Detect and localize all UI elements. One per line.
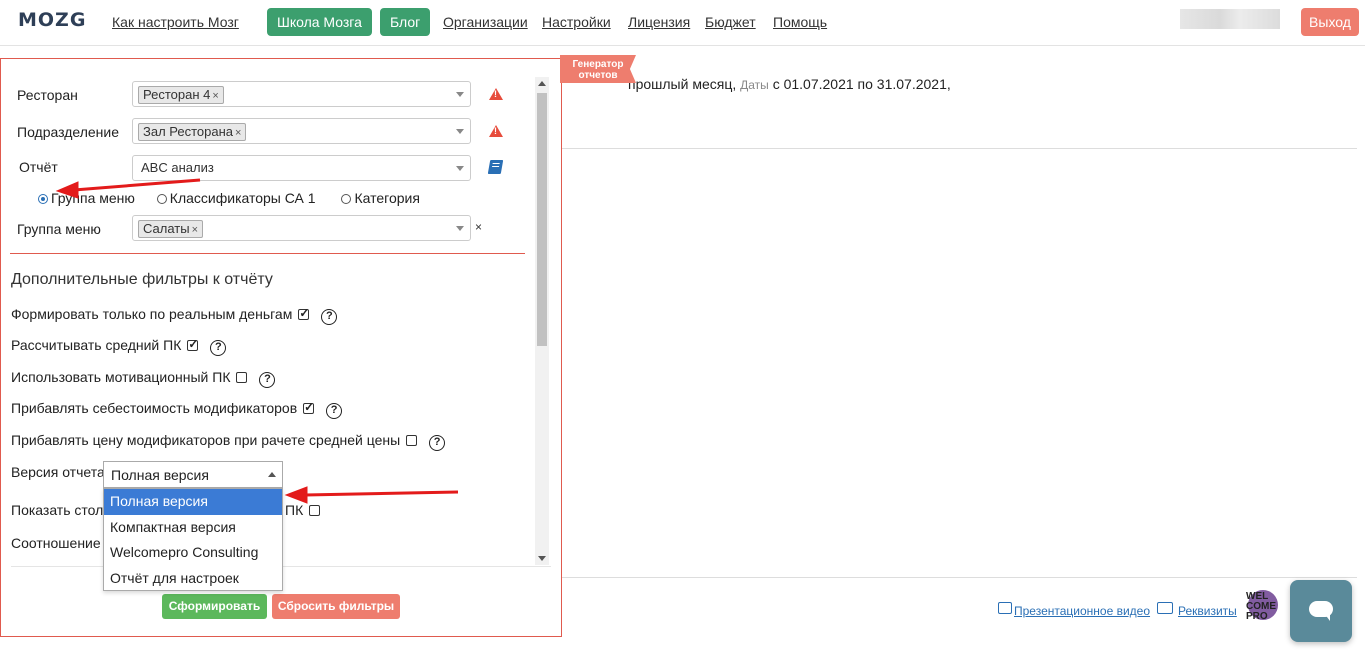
filter-real-money: Формировать только по реальным деньгам? [11, 306, 338, 325]
nav-organizations[interactable]: Организации [443, 14, 528, 30]
section-divider [10, 253, 525, 254]
division-select[interactable]: Зал Ресторана × [132, 118, 471, 144]
restaurant-select[interactable]: Ресторан 4 × [132, 81, 471, 107]
report-select[interactable]: ABC анализ [132, 155, 471, 181]
user-name-blurred [1180, 9, 1280, 29]
version-select-value: Полная версия [111, 467, 209, 483]
filter-motivational-check: Использовать мотивационный ПК? [11, 369, 276, 388]
divider [562, 577, 1357, 578]
nav-blog-button[interactable]: Блог [380, 8, 431, 36]
nav-school-button[interactable]: Школа Мозга [267, 8, 372, 36]
menu-group-tag: Салаты × [138, 220, 204, 238]
summary-period: прошлый месяц, [628, 76, 737, 92]
welcomepro-logo[interactable]: WEL COME PRO [1246, 590, 1282, 632]
reset-filters-button[interactable]: Сбросить фильтры [272, 594, 400, 619]
report-generator-tag: Генератор отчетов [560, 55, 636, 83]
footer-requisites-link[interactable]: Реквизиты [1178, 604, 1237, 618]
divider [562, 148, 1357, 149]
chevron-down-icon [456, 129, 464, 134]
scroll-down-icon[interactable] [538, 556, 546, 561]
clear-icon[interactable]: × [475, 220, 482, 234]
division-tag: Зал Ресторана × [138, 123, 247, 141]
show-columns-label-end: ПК [285, 502, 321, 518]
warning-icon [489, 125, 503, 137]
filter-avg-check: Рассчитывать средний ПК? [11, 337, 227, 356]
version-option-full[interactable]: Полная версия [104, 489, 282, 515]
youtube-icon [998, 602, 1012, 614]
logout-button[interactable]: Выход [1301, 8, 1359, 36]
show-columns-label: Показать стол [11, 502, 104, 518]
chevron-down-icon [456, 92, 464, 97]
filter-modifier-cost: Прибавлять себестоимость модификаторов? [11, 400, 343, 419]
nav-help[interactable]: Помощь [773, 14, 827, 30]
chat-widget-button[interactable] [1290, 580, 1352, 642]
remove-tag-icon[interactable]: × [212, 90, 218, 102]
summary-dates: с 01.07.2021 по 31.07.2021, [772, 76, 951, 92]
chevron-down-icon [456, 166, 464, 171]
version-option-welcomepro[interactable]: Welcomepro Consulting [104, 540, 282, 566]
checkbox[interactable] [236, 372, 248, 383]
chevron-up-icon [268, 472, 276, 477]
report-label: Отчёт [19, 159, 58, 175]
version-option-settings[interactable]: Отчёт для настроек [104, 566, 282, 592]
help-icon[interactable]: ? [429, 435, 446, 451]
report-select-value: ABC анализ [141, 160, 214, 175]
restaurant-tag: Ресторан 4 × [138, 86, 224, 104]
remove-tag-icon[interactable]: × [235, 127, 241, 139]
wp-logo-line: PRO [1246, 611, 1268, 622]
top-navbar: MOZG Как настроить Мозг Школа Мозга Блог… [0, 0, 1365, 46]
menu-group-label: Группа меню [17, 221, 101, 237]
checkbox[interactable] [309, 505, 321, 516]
remove-tag-icon[interactable]: × [192, 224, 198, 236]
nav-how-to[interactable]: Как настроить Мозг [112, 14, 239, 30]
checkbox[interactable] [187, 337, 198, 351]
checkbox[interactable] [406, 435, 418, 446]
scroll-up-icon[interactable] [538, 81, 546, 86]
generate-button[interactable]: Сформировать [162, 594, 267, 619]
filter-modifier-price: Прибавлять цену модификаторов при рачете… [11, 432, 446, 451]
restaurant-label: Ресторан [17, 87, 78, 103]
version-label: Версия отчета [11, 464, 105, 480]
menu-group-select[interactable]: Салаты × [132, 215, 471, 241]
radio-classifiers[interactable]: Классификаторы СА 1 [156, 190, 316, 206]
ratio-label: Соотношение [11, 535, 101, 551]
scroll-thumb[interactable] [537, 93, 547, 346]
id-card-icon [1157, 602, 1173, 614]
book-icon[interactable] [487, 160, 504, 174]
version-dropdown: Полная версия Компактная версия Welcomep… [103, 488, 283, 591]
help-icon[interactable]: ? [321, 309, 338, 325]
footer-video-link[interactable]: Презентационное видео [1014, 604, 1150, 618]
help-icon[interactable]: ? [259, 372, 276, 388]
extra-filters-title: Дополнительные фильтры к отчёту [11, 271, 273, 288]
panel-scrollbar[interactable] [535, 77, 549, 565]
checkbox[interactable] [298, 306, 309, 320]
mozg-logo[interactable]: MOZG [18, 9, 86, 31]
warning-icon [489, 88, 503, 100]
summary-dates-label: Даты [740, 78, 769, 92]
report-summary: прошлый месяц, Даты с 01.07.2021 по 31.0… [628, 76, 951, 92]
report-mode-radios: Группа меню Классификаторы СА 1 Категори… [38, 190, 420, 206]
checkbox[interactable] [303, 400, 314, 414]
nav-settings[interactable]: Настройки [542, 14, 611, 30]
nav-license[interactable]: Лицензия [628, 14, 690, 30]
radio-category[interactable]: Категория [341, 190, 420, 206]
help-icon[interactable]: ? [210, 340, 227, 356]
division-label: Подразделение [17, 124, 120, 140]
radio-menu-group[interactable]: Группа меню [38, 190, 135, 206]
nav-budget[interactable]: Бюджет [705, 14, 756, 30]
chevron-down-icon [456, 226, 464, 231]
version-option-compact[interactable]: Компактная версия [104, 515, 282, 541]
version-select[interactable]: Полная версия [103, 461, 283, 488]
help-icon[interactable]: ? [326, 403, 343, 419]
